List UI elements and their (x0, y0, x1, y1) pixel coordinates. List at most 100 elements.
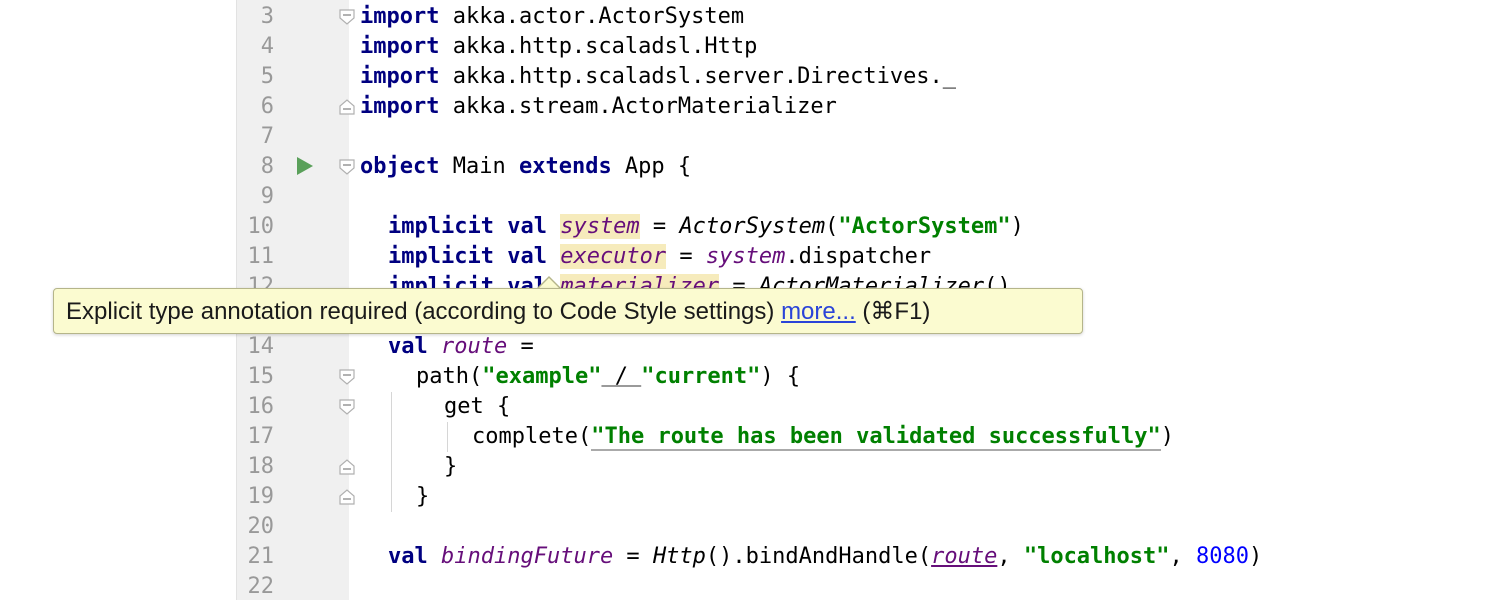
code-line-12[interactable]: implicit val materializer = ActorMateria… (388, 272, 1011, 288)
field-name: materializer (560, 274, 720, 288)
code-text: ( (825, 214, 839, 239)
keyword: val (388, 544, 428, 569)
indent-guide (447, 422, 448, 452)
string-literal: "localhost" (1023, 544, 1170, 569)
code-text: Main (439, 154, 519, 179)
constructor-call: Http (652, 544, 706, 569)
code-text: () (984, 274, 1011, 288)
code-text: ().bindAndHandle( (705, 544, 932, 569)
line-number: 10 (247, 214, 275, 239)
fold-open-icon[interactable] (338, 398, 356, 416)
field-ref: route (931, 544, 998, 569)
keyword: import (360, 64, 440, 89)
keyword: extends (518, 154, 612, 179)
line-number: 8 (260, 154, 274, 179)
code-text: = (719, 274, 759, 288)
constructor-call: ActorMaterializer (758, 274, 985, 288)
tooltip-shortcut: (⌘F1) (855, 298, 931, 325)
code-text: = (639, 214, 680, 239)
keyword: val (388, 334, 428, 359)
import-path: akka.http.scaladsl.Http (439, 34, 758, 59)
string-literal: "current" (641, 364, 761, 389)
field-name: bindingFuture (441, 544, 614, 569)
line-number: 17 (247, 424, 275, 449)
field-name: route (441, 334, 508, 359)
string-literal: "ActorSystem" (838, 214, 1011, 239)
fold-open-icon[interactable] (338, 368, 356, 386)
field-name: executor (560, 244, 667, 269)
constructor-call: ActorSystem (679, 214, 826, 239)
code-text: .dispatcher (785, 244, 932, 269)
code-text: , (1169, 544, 1197, 569)
line-number: 19 (247, 484, 275, 509)
code-line-21[interactable]: val bindingFuture = Http().bindAndHandle… (388, 542, 1262, 572)
code-text: } (416, 484, 430, 509)
keyword: implicit val (388, 274, 547, 288)
code-text: path( (416, 364, 483, 389)
line-number: 6 (260, 94, 274, 119)
field-name: system (560, 214, 640, 239)
import-path: akka.stream.ActorMaterializer (439, 94, 837, 119)
keyword: import (360, 4, 440, 29)
line-number: 16 (247, 394, 275, 419)
code-text: = (613, 544, 653, 569)
keyword: implicit val (388, 244, 547, 269)
keyword: import (360, 94, 440, 119)
code-text: get { (444, 394, 511, 419)
line-number: 15 (247, 364, 275, 389)
code-line-14[interactable]: val route = (388, 332, 534, 362)
code-text: ) (1160, 424, 1175, 449)
code-text: } (444, 454, 458, 479)
keyword: object (360, 154, 440, 179)
code-line-8[interactable]: object Main extends App { (360, 152, 691, 182)
keyword: import (360, 34, 440, 59)
line-number: 3 (260, 4, 274, 29)
indent-guide (391, 392, 392, 512)
line-number: 20 (247, 514, 275, 539)
code-line-17[interactable]: complete("The route has been validated s… (472, 422, 1174, 452)
line-number: 21 (247, 544, 275, 569)
fold-close-icon[interactable] (338, 98, 356, 116)
line-number: 7 (260, 124, 274, 149)
code-text: complete( (472, 424, 592, 449)
field-ref: system (705, 244, 786, 269)
fold-open-icon[interactable] (338, 158, 356, 176)
line-number: 18 (247, 454, 275, 479)
code-text: = (507, 334, 534, 359)
line-number: 4 (260, 34, 274, 59)
inspection-tooltip: Explicit type annotation required (accor… (53, 288, 1083, 334)
code-text: = (666, 244, 706, 269)
code-text: / (601, 364, 642, 389)
code-text: , (997, 544, 1024, 569)
code-line-15[interactable]: path("example" / "current") { (416, 362, 800, 392)
code-text: ) (1010, 214, 1024, 239)
fold-close-icon[interactable] (338, 488, 356, 506)
line-number: 22 (247, 574, 275, 599)
code-line-4[interactable]: import akka.http.scaladsl.Http (360, 32, 757, 62)
code-line-3[interactable]: import akka.actor.ActorSystem (360, 2, 744, 32)
run-gutter-icon[interactable] (296, 156, 314, 176)
keyword: implicit val (388, 214, 547, 239)
code-line-6[interactable]: import akka.stream.ActorMaterializer (360, 92, 837, 122)
code-line-18[interactable]: } (444, 452, 457, 482)
string-literal: "example" (482, 364, 602, 389)
code-text: ) (1249, 544, 1263, 569)
import-path: akka.actor.ActorSystem (439, 4, 745, 29)
number-literal: 8080 (1196, 544, 1250, 569)
code-line-16[interactable]: get { (444, 392, 510, 422)
more-link[interactable]: more... (781, 298, 856, 325)
import-path: akka.http.scaladsl.server.Directives._ (439, 64, 957, 89)
fold-close-icon[interactable] (338, 458, 356, 476)
line-number: 5 (260, 64, 274, 89)
code-line-19[interactable]: } (416, 482, 429, 512)
code-text: ) { (760, 364, 801, 389)
code-line-11[interactable]: implicit val executor = system.dispatche… (388, 242, 931, 272)
string-literal: "The route has been validated successful… (591, 424, 1161, 451)
line-number: 14 (247, 334, 275, 359)
line-number: 9 (260, 184, 274, 209)
code-line-10[interactable]: implicit val system = ActorSystem("Actor… (388, 212, 1024, 242)
line-number: 11 (247, 244, 275, 269)
code-text: App { (611, 154, 692, 179)
fold-open-icon[interactable] (338, 8, 356, 26)
code-line-5[interactable]: import akka.http.scaladsl.server.Directi… (360, 62, 956, 92)
